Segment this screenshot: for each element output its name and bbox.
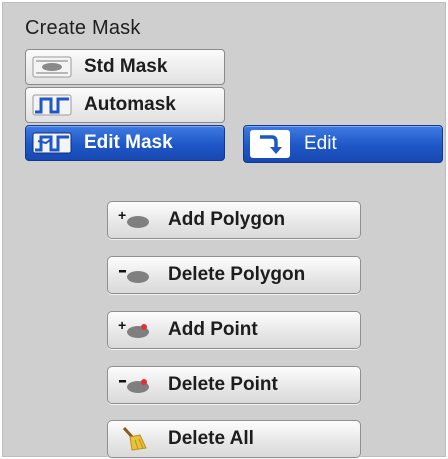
add-polygon-button[interactable]: + Add Polygon bbox=[107, 201, 361, 239]
panel-title: Create Mask bbox=[25, 17, 141, 39]
delete-point-label: Delete Point bbox=[168, 374, 278, 395]
automask-waveform-icon bbox=[26, 88, 78, 122]
std-mask-icon bbox=[26, 50, 78, 84]
edit-mask-button[interactable]: Edit Mask bbox=[25, 125, 225, 161]
std-mask-label: Std Mask bbox=[84, 56, 168, 77]
delete-point-button[interactable]: Delete Point bbox=[107, 366, 361, 404]
delete-all-label: Delete All bbox=[168, 428, 254, 449]
edit-mask-label: Edit Mask bbox=[84, 132, 173, 153]
automask-label: Automask bbox=[84, 94, 176, 115]
svg-text:+: + bbox=[118, 318, 126, 333]
automask-button[interactable]: Automask bbox=[25, 87, 225, 123]
add-point-icon: + bbox=[108, 312, 160, 348]
create-mask-panel: Create Mask Std Mask Automask Edit Mask … bbox=[2, 2, 446, 458]
delete-polygon-icon bbox=[108, 257, 160, 293]
add-polygon-label: Add Polygon bbox=[168, 209, 286, 230]
edit-label: Edit bbox=[304, 133, 337, 154]
add-point-button[interactable]: + Add Point bbox=[107, 311, 361, 349]
delete-polygon-label: Delete Polygon bbox=[168, 264, 306, 285]
edit-button[interactable]: Edit bbox=[243, 125, 443, 163]
delete-polygon-button[interactable]: Delete Polygon bbox=[107, 256, 361, 294]
add-point-label: Add Point bbox=[168, 319, 258, 340]
broom-icon bbox=[108, 421, 160, 457]
mask-mode-group: Std Mask Automask Edit Mask bbox=[25, 49, 225, 163]
delete-point-icon bbox=[108, 367, 160, 403]
edit-mask-waveform-icon bbox=[26, 126, 78, 160]
delete-all-button[interactable]: Delete All bbox=[107, 420, 361, 458]
std-mask-button[interactable]: Std Mask bbox=[25, 49, 225, 85]
add-polygon-icon: + bbox=[108, 202, 160, 238]
curved-arrow-icon bbox=[250, 130, 290, 158]
svg-text:+: + bbox=[118, 208, 126, 223]
